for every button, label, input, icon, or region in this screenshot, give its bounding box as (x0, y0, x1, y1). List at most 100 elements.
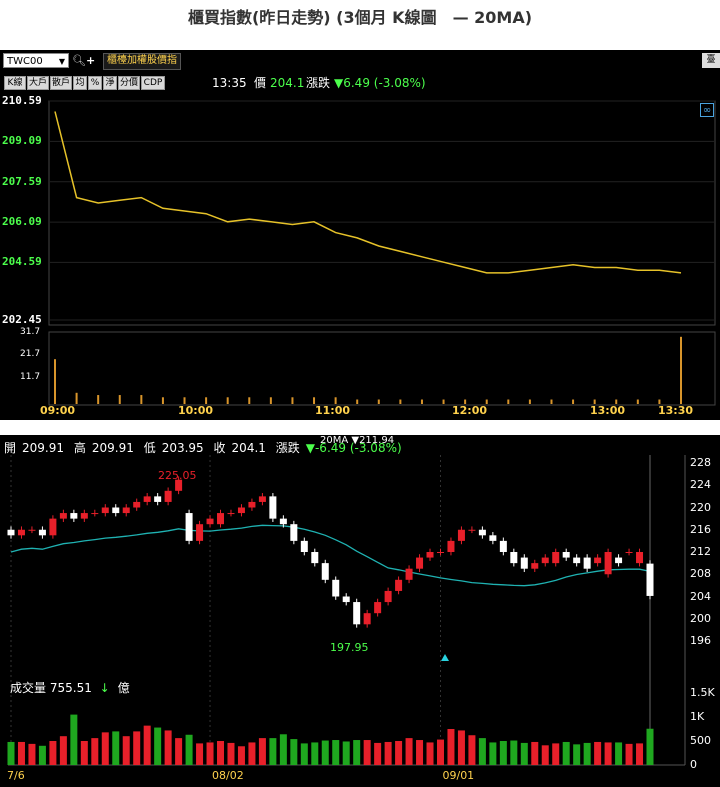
volume-bar (353, 740, 361, 765)
candle-body (279, 518, 287, 525)
intraday-panel: TWC00 ▼ 🔍︎ + 櫃檯加權股價指 臺 K線 大戶 散戶均% 淨分價 CDP 13:… (0, 50, 720, 420)
candle-body (363, 613, 371, 625)
volume-bar (395, 741, 403, 765)
candle-body (237, 507, 245, 514)
volume-bar (377, 399, 380, 404)
candle-body (447, 540, 455, 552)
volume-unit: 億 (117, 681, 130, 695)
candle-body (520, 557, 528, 569)
candle-body (416, 557, 424, 569)
volume-bar (183, 397, 186, 404)
volume-bar (550, 399, 553, 404)
volume-bar (573, 744, 581, 765)
candle-body (258, 496, 266, 502)
candle-body (562, 552, 570, 558)
volume-bar (332, 740, 340, 765)
volume-bar (118, 395, 121, 404)
candle-body (7, 529, 15, 536)
volume-bar (7, 741, 15, 765)
volume-bar (615, 742, 623, 765)
volume-bar (572, 399, 575, 404)
date-tick-label: 09/01 (442, 769, 475, 782)
kline-price-tick-label: 196 (690, 634, 711, 647)
volume-bar (140, 395, 143, 404)
volume-bar (405, 738, 413, 765)
volume-bar (175, 738, 183, 765)
volume-bar (510, 740, 518, 765)
candle-body (185, 513, 193, 541)
candle-body (436, 552, 444, 553)
candle-body (217, 513, 225, 525)
volume-bar (75, 392, 78, 404)
volume-bar (54, 359, 56, 404)
page-title: 櫃買指數(昨日走勢) (3個月 K線圖 — 20MA) (187, 8, 533, 27)
candle-body (384, 590, 392, 603)
candle-body (164, 490, 172, 502)
volume-bar (457, 730, 465, 765)
volume-bar (248, 742, 256, 765)
volume-bar (636, 743, 644, 765)
candle-body (143, 496, 151, 502)
candle-body (248, 501, 256, 508)
volume-bar (374, 742, 382, 765)
candle-body (541, 557, 549, 564)
candle-body (17, 529, 25, 536)
candle-body (604, 552, 612, 575)
volume-bar (101, 732, 109, 765)
volume-bar (112, 731, 120, 765)
volume-bar (313, 397, 316, 404)
candle-body (196, 524, 204, 541)
volume-bar (583, 742, 591, 765)
marker-triangle-icon (441, 654, 449, 661)
volume-bar (196, 743, 204, 765)
candle-body (457, 529, 465, 541)
volume-bar (478, 738, 486, 765)
volume-bar (311, 742, 319, 765)
volume-bar (70, 714, 78, 765)
volume-bar (416, 740, 424, 765)
kline-volume-tick-label: 1.5K (690, 686, 715, 699)
volume-bar (680, 336, 682, 404)
volume-bar (154, 727, 162, 765)
kline-volume-tick-label: 500 (690, 734, 711, 747)
kline-price-tick-label: 204 (690, 589, 711, 603)
kline-chart: 225.05 197.95 (7, 455, 686, 766)
candle-body (311, 552, 319, 564)
volume-bar (185, 734, 193, 765)
candle-body (499, 540, 507, 552)
candle-body (70, 513, 78, 519)
price-tick-label: 209.09 (2, 134, 42, 148)
volume-tick-label: 21.7 (20, 349, 41, 360)
time-tick-label: 13:00 (590, 404, 626, 417)
volume-frame (48, 331, 716, 406)
candle-body (300, 540, 308, 552)
candle-body (646, 563, 654, 596)
candle-body (625, 552, 633, 553)
price-tick-label: 202.45 (2, 313, 42, 326)
volume-bar (625, 743, 633, 765)
max-price-label: 225.05 (158, 469, 197, 482)
time-tick-label: 11:00 (315, 404, 351, 417)
volume-bar (520, 742, 528, 765)
candle-body (583, 557, 591, 569)
kline-volume-tick-label: 0 (690, 758, 697, 771)
volume-label: 成交量 (10, 681, 47, 695)
candle-body (489, 535, 497, 541)
volume-bar (143, 725, 151, 765)
volume-bar (541, 745, 549, 765)
volume-bar (227, 742, 235, 765)
price-tick-label: 207.59 (2, 174, 42, 188)
candle-body (28, 529, 36, 531)
date-tick-label: 08/02 (212, 769, 244, 782)
volume-bar (205, 397, 208, 404)
candle-body (615, 557, 623, 564)
volume-bar (528, 399, 531, 404)
volume-bar (269, 397, 272, 404)
volume-bar (468, 735, 476, 765)
volume-bar (499, 741, 507, 765)
kline-volume-tick-label: 1K (690, 710, 705, 723)
volume-bar (226, 397, 229, 404)
kline-price-tick-label: 200 (690, 611, 711, 625)
volume-caption: 成交量 755.51 ↓ 億 (10, 679, 130, 696)
volume-bar (133, 731, 141, 765)
